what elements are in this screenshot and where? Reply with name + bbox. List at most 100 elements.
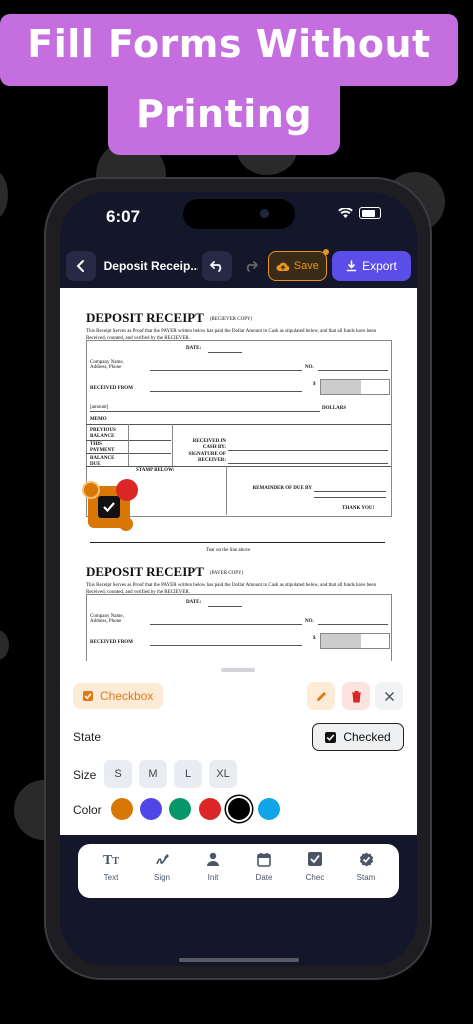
tab-label: Sign <box>153 873 170 882</box>
app-toolbar: Deposit Receip... Save Export <box>66 249 411 282</box>
redo-icon <box>246 261 258 272</box>
field-type-chip: Checkbox <box>73 683 164 709</box>
chevron-left-icon <box>76 260 84 272</box>
size-option-l[interactable]: L <box>174 760 202 788</box>
dollars-label: DOLLARS <box>322 406 347 411</box>
battery-icon <box>359 207 381 219</box>
tab-init[interactable]: Init <box>188 852 238 882</box>
receipt-title: DEPOSIT RECEIPT <box>86 564 204 579</box>
document-title: Deposit Receip... <box>103 259 199 273</box>
received-from-label: RECEIVED FROM <box>90 640 133 645</box>
promo-title-line1: Fill Forms Without <box>27 22 431 66</box>
person-icon <box>207 852 219 866</box>
panel-drag-handle[interactable] <box>221 668 255 672</box>
edit-button[interactable] <box>307 682 335 710</box>
background-bubble <box>0 630 9 660</box>
sign-icon <box>155 854 169 865</box>
calendar-icon <box>257 853 271 867</box>
size-label: Size <box>73 768 97 782</box>
receipt-reciever-copy: DEPOSIT RECEIPT (RECIEVER COPY) This Rece… <box>86 310 391 342</box>
save-button[interactable]: Save <box>267 249 329 281</box>
dynamic-island <box>183 199 295 229</box>
tab-sign[interactable]: Sign <box>137 852 187 882</box>
dollar-sign: $ <box>313 382 316 387</box>
memo-label: MEMO <box>90 417 107 422</box>
export-button[interactable]: Export <box>331 251 411 281</box>
move-handle[interactable] <box>82 481 100 499</box>
received-in-cash-label: RECEIVED IN CASH BY: <box>192 439 226 450</box>
field-properties-panel: Checkbox State Checked Size S M L XL Col… <box>60 661 417 835</box>
previous-balance-label: PREVIOUS BALANCE <box>90 428 116 439</box>
close-icon <box>384 691 394 701</box>
color-swatch-sky[interactable] <box>258 798 280 820</box>
remainder-label: REMAINDER OF DUE BY <box>252 486 312 491</box>
tab-checkbox[interactable]: Chec <box>290 852 340 882</box>
checkbox-checked-icon <box>325 731 337 743</box>
color-swatch-indigo[interactable] <box>140 798 162 820</box>
delete-field-handle[interactable] <box>116 479 138 501</box>
stamp-icon <box>359 852 373 867</box>
delete-button[interactable] <box>342 682 370 710</box>
save-label: Save <box>293 260 319 272</box>
pencil-icon <box>316 691 326 701</box>
field-type-label: Checkbox <box>100 689 154 703</box>
unsaved-dot <box>322 249 329 255</box>
bottom-toolbar: TT Text Sign Init Date Chec Stam <box>78 844 399 898</box>
size-option-s[interactable]: S <box>104 760 132 788</box>
checkbox-icon <box>308 852 322 866</box>
undo-button[interactable] <box>202 251 233 281</box>
tab-label: Text <box>103 873 119 882</box>
close-button[interactable] <box>375 682 403 710</box>
signature-label: SIGNATURE OF RECEIVER: <box>188 452 226 463</box>
state-label: State <box>73 730 102 744</box>
amount-box <box>320 379 390 395</box>
tab-stamp[interactable]: Stam <box>341 852 391 882</box>
status-icons <box>338 207 381 219</box>
state-toggle-button[interactable]: Checked <box>312 723 404 751</box>
back-button[interactable] <box>66 251 96 281</box>
check-icon <box>103 502 115 513</box>
received-from-label: RECEIVED FROM <box>90 386 133 391</box>
color-swatch-orange[interactable] <box>111 798 133 820</box>
color-swatch-red[interactable] <box>199 798 221 820</box>
color-swatch-black[interactable] <box>228 798 250 820</box>
tab-label: Chec <box>305 873 325 882</box>
receipt-subtitle: (RECIEVER COPY) <box>209 316 253 322</box>
date-label: DATE: <box>186 346 202 351</box>
receipt-payer-copy: DEPOSIT RECEIPT (PAYER COPY) This Receipt… <box>86 564 391 596</box>
trash-icon <box>351 690 361 702</box>
tear-line-label: Tear on the line above <box>206 548 251 553</box>
background-bubble <box>0 170 8 220</box>
tab-date[interactable]: Date <box>239 852 289 882</box>
export-label: Export <box>362 259 397 273</box>
receipt-title: DEPOSIT RECEIPT <box>86 310 204 325</box>
dollar-sign: $ <box>313 636 316 641</box>
date-label: DATE: <box>186 600 202 605</box>
download-icon <box>346 260 357 272</box>
tab-label: Stam <box>356 873 376 882</box>
state-value: Checked <box>343 730 391 744</box>
amount-label: [amount] <box>90 405 109 410</box>
wifi-icon <box>338 207 353 218</box>
text-icon: TT <box>102 853 119 868</box>
stamp-below-label: STAMP BELOW: <box>136 468 175 473</box>
size-option-m[interactable]: M <box>139 760 167 788</box>
receipt-subtitle: (PAYER COPY) <box>209 570 244 576</box>
phone-screen: 6:07 Deposit Receip... Save Export DEPOS… <box>60 192 417 966</box>
checkbox-icon <box>83 691 93 701</box>
company-label: Company Name, Address, Phone <box>90 614 124 624</box>
no-label: NO. <box>305 365 314 370</box>
size-option-xl[interactable]: XL <box>209 760 237 788</box>
undo-icon <box>210 261 222 272</box>
color-swatch-green[interactable] <box>169 798 191 820</box>
tab-label: Init <box>207 873 219 882</box>
resize-handle[interactable] <box>119 517 133 531</box>
home-indicator <box>179 958 299 962</box>
amount-box <box>320 633 390 649</box>
checkbox-check-mark <box>98 496 120 518</box>
redo-button[interactable] <box>236 251 266 281</box>
thank-you-label: THANK YOU! <box>342 506 375 511</box>
status-time: 6:07 <box>106 207 141 226</box>
color-label: Color <box>73 803 102 817</box>
tab-text[interactable]: TT Text <box>86 852 136 882</box>
